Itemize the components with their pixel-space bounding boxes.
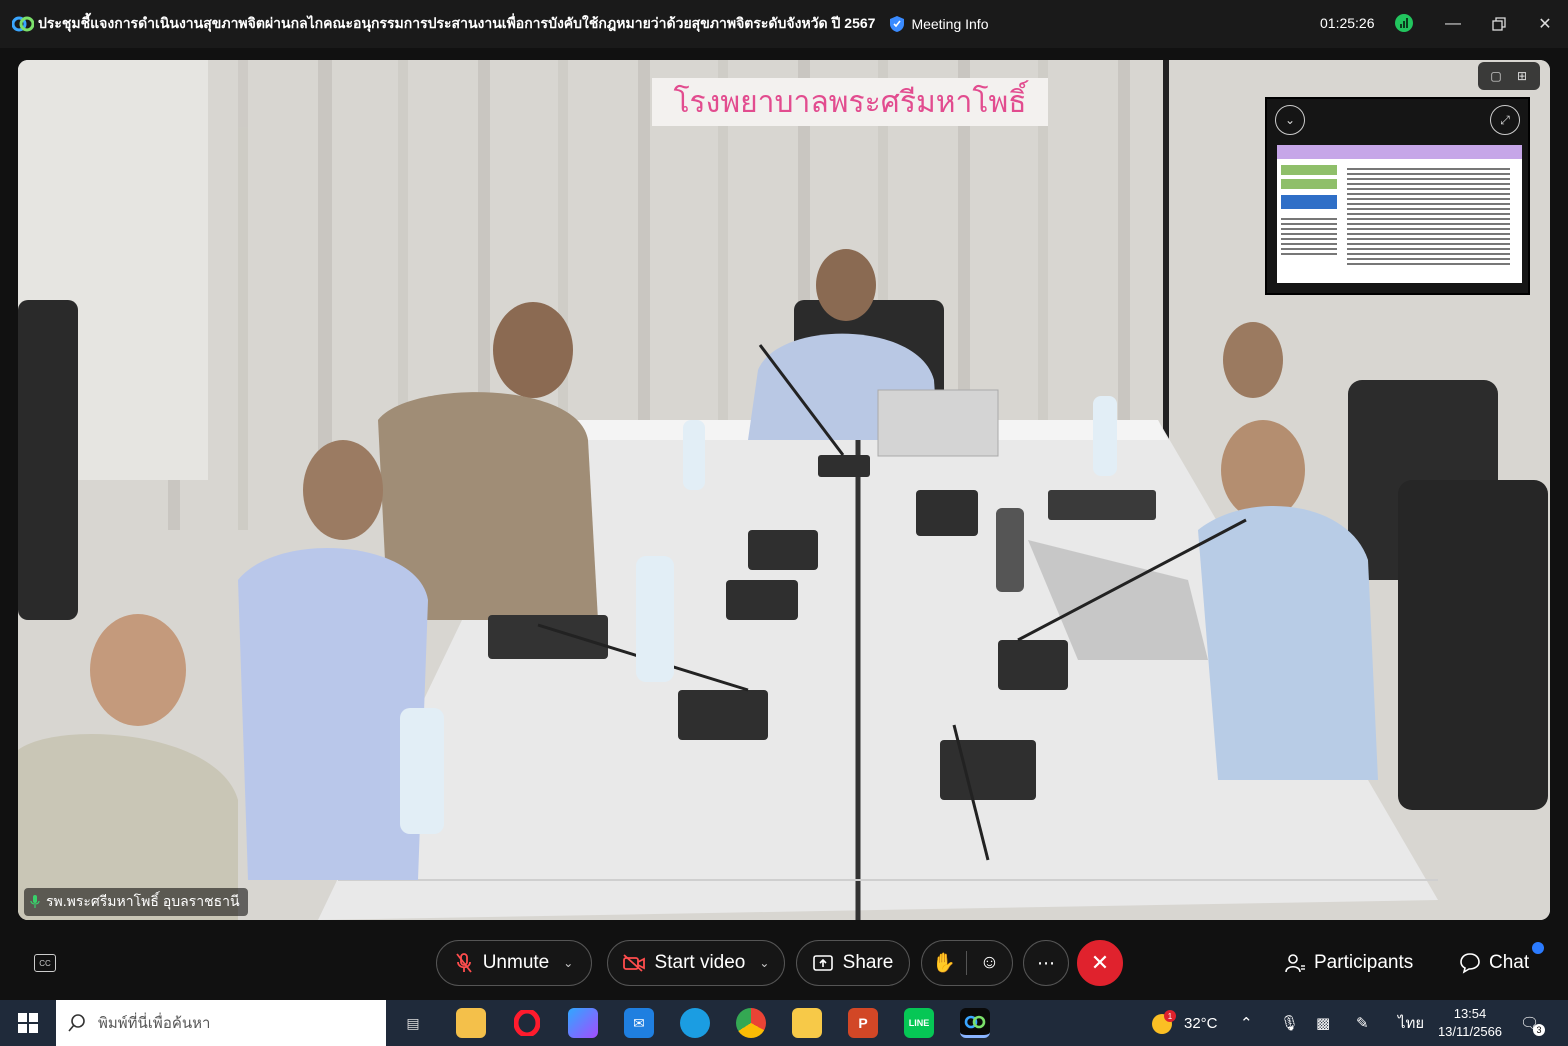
restore-icon[interactable] (1484, 10, 1514, 38)
shared-document-preview (1277, 145, 1522, 283)
notification-center-icon[interactable]: 🗨 3 (1520, 1000, 1546, 1046)
end-call-button[interactable]: ✕ (1077, 940, 1123, 986)
expand-icon[interactable]: ⤢ (1490, 105, 1520, 135)
minimize-icon[interactable]: — (1438, 10, 1468, 38)
share-label: Share (842, 952, 894, 973)
share-screen-icon (812, 955, 833, 971)
input-language-indicator[interactable]: ไทย (1398, 1000, 1424, 1046)
participants-icon (1285, 954, 1305, 973)
shield-icon (890, 16, 905, 32)
search-placeholder: พิมพ์ที่นี่เพื่อค้นหา (98, 1015, 211, 1032)
microphone-tray-icon[interactable]: 🎙 (1280, 1000, 1299, 1046)
meeting-info-label: Meeting Info (911, 16, 989, 32)
search-icon (68, 1014, 85, 1032)
meeting-timer: 01:25:26 (1320, 15, 1375, 31)
meeting-title: ประชุมชี้แจงการดำเนินงานสุขภาพจิตผ่านกลไ… (38, 15, 876, 31)
chat-bubble-icon (1460, 953, 1480, 974)
pen-tray-icon[interactable]: ✎ (1356, 1000, 1369, 1046)
participants-button[interactable]: Participants (1284, 952, 1413, 974)
meeting-control-bar: CC Unmute ⌄ Start video ⌄ Share ✋ ☺ ⋯ ✕ … (0, 930, 1568, 998)
raise-hand-icon[interactable]: ✋ (922, 951, 968, 975)
chevron-down-icon[interactable]: ⌄ (563, 956, 573, 970)
mic-icon (30, 895, 40, 908)
closed-captions-button[interactable]: CC (34, 954, 56, 972)
speaker-name: รพ.พระศรีมหาโพธิ์ อุบลราชธานี (46, 893, 240, 909)
share-button[interactable]: Share (796, 940, 910, 986)
mic-muted-icon (455, 953, 472, 973)
edge-browser-icon[interactable] (680, 1008, 710, 1038)
clock-date: 13/11/2566 (1437, 1024, 1503, 1039)
title-bar: ประชุมชี้แจงการดำเนินงานสุขภาพจิตผ่านกลไ… (0, 0, 1568, 48)
windows-taskbar: พิมพ์ที่นี่เพื่อค้นหา ▤ ✉ P LINE 1 32°C … (0, 1000, 1568, 1046)
shared-content-thumbnail[interactable]: ⌄ ⤢ (1265, 97, 1530, 295)
speaker-view-icon[interactable]: ▢ (1484, 66, 1508, 86)
hospital-banner: โรงพยาบาลพระศรีมหาโพธิ์ (673, 84, 1027, 120)
chat-label: Chat (1489, 952, 1530, 973)
line-app-icon[interactable]: LINE (904, 1008, 934, 1038)
network-signal-icon[interactable] (1395, 14, 1413, 32)
chrome-browser-icon[interactable] (736, 1008, 766, 1038)
mail-icon[interactable]: ✉ (624, 1008, 654, 1038)
chat-button[interactable]: Chat (1459, 952, 1529, 974)
grid-view-icon[interactable]: ⊞ (1510, 66, 1534, 86)
opera-browser-icon[interactable] (512, 1008, 542, 1038)
video-off-icon (622, 954, 645, 972)
show-hidden-icons-chevron-up-icon[interactable]: ⌃ (1240, 1000, 1253, 1046)
speaker-name-label: รพ.พระศรีมหาโพธิ์ อุบลราชธานี (24, 888, 248, 916)
file-explorer-icon[interactable] (456, 1008, 486, 1038)
notification-count: 3 (1533, 1024, 1546, 1036)
network-tray-icon[interactable]: ▩ (1316, 1000, 1330, 1046)
reactions-group: ✋ ☺ (921, 940, 1013, 986)
meeting-info-button[interactable]: Meeting Info (889, 15, 989, 33)
unmute-label: Unmute (482, 952, 550, 973)
weather-widget[interactable]: 1 32°C (1150, 1000, 1218, 1046)
powerpoint-icon[interactable]: P (848, 1008, 878, 1038)
weather-sun-icon: 1 (1150, 1010, 1176, 1036)
unmute-button[interactable]: Unmute ⌄ (436, 940, 592, 986)
weather-temperature: 32°C (1184, 1014, 1218, 1032)
start-video-button[interactable]: Start video ⌄ (607, 940, 785, 986)
windows-start-icon[interactable] (0, 1000, 56, 1046)
task-view-icon[interactable]: ▤ (398, 1008, 428, 1038)
more-options-icon[interactable]: ⋯ (1023, 940, 1069, 986)
copilot-icon[interactable] (568, 1008, 598, 1038)
close-icon[interactable]: ✕ (1530, 10, 1560, 38)
chevron-down-icon[interactable]: ⌄ (759, 956, 769, 970)
webex-taskbar-icon[interactable] (960, 1008, 990, 1038)
start-video-label: Start video (654, 952, 746, 973)
sticky-notes-icon[interactable] (792, 1008, 822, 1038)
chat-notification-dot (1532, 942, 1544, 954)
view-toggle[interactable]: ▢ ⊞ (1478, 62, 1540, 90)
taskbar-clock[interactable]: 13:54 13/11/2566 (1432, 1005, 1508, 1041)
taskbar-search-input[interactable]: พิมพ์ที่นี่เพื่อค้นหา (56, 1000, 386, 1046)
clock-time: 13:54 (1453, 1006, 1487, 1021)
emoji-reaction-icon[interactable]: ☺ (967, 952, 1012, 974)
participants-label: Participants (1314, 952, 1414, 973)
collapse-chevron-down-icon[interactable]: ⌄ (1275, 105, 1305, 135)
webex-logo-icon (12, 13, 34, 35)
